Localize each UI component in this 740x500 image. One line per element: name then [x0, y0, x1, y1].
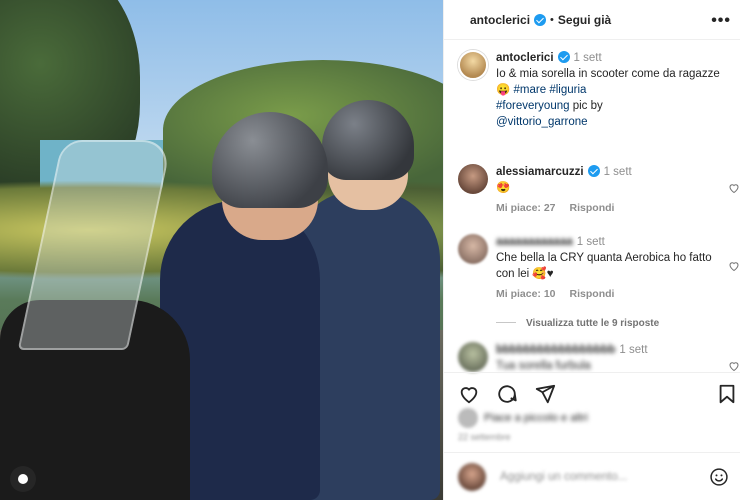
likes-text: Piace a piccolo e altri	[484, 412, 588, 424]
comment-text: Che bella la CRY quanta Aerobica ho fatt…	[496, 252, 712, 280]
reply-button[interactable]: Rispondi	[570, 202, 615, 214]
post-actions-bar	[444, 372, 740, 412]
heart-icon[interactable]	[728, 360, 740, 372]
caption-text-mid: pic by	[572, 100, 603, 112]
add-comment-bar: Aggiungi un commento...	[444, 452, 740, 500]
post-header: antoclerici • Segui già •••	[444, 0, 740, 40]
comment-item: alessiamarcuzzi 1 sett 😍 Mi piace: 27 Risp…	[458, 164, 739, 214]
post-date: 22 settembre	[458, 432, 511, 442]
comment-username-blurred[interactable]: bbbbbbbbbbbbbbbbb	[496, 344, 615, 356]
avatar[interactable]	[458, 234, 488, 264]
comment-likes[interactable]: Mi piace: 10	[496, 288, 556, 300]
avatar[interactable]	[458, 342, 488, 372]
avatar[interactable]	[458, 50, 488, 80]
comment-likes[interactable]: Mi piace: 27	[496, 202, 556, 214]
avatar	[458, 463, 486, 491]
comment-time[interactable]: 1 sett	[619, 344, 647, 356]
caption-time[interactable]: 1 sett	[574, 52, 602, 64]
caption-username[interactable]: antoclerici	[496, 52, 554, 64]
avatar	[458, 408, 478, 428]
verified-badge-icon	[557, 51, 570, 63]
comment-username-blurred[interactable]: aaaaaaaaaaaa	[496, 236, 573, 248]
tagged-users-button[interactable]	[10, 466, 36, 492]
hashtag-liguria[interactable]: #liguria	[549, 84, 586, 96]
more-options-icon[interactable]: •••	[711, 12, 731, 30]
hashtag-foreveryoung[interactable]: #foreveryoung	[496, 100, 570, 112]
comment-username[interactable]: alessiamarcuzzi	[496, 166, 584, 178]
comment-time[interactable]: 1 sett	[577, 236, 605, 248]
heart-icon[interactable]	[728, 260, 740, 272]
comment-item: aaaaaaaaaaaa 1 sett Che bella la CRY quan…	[458, 234, 739, 300]
mention-link[interactable]: @vittorio_garrone	[496, 116, 588, 128]
comment-input[interactable]: Aggiungi un commento...	[500, 471, 627, 483]
view-replies-button[interactable]: Visualizza tutte le 9 risposte	[496, 318, 659, 329]
share-icon[interactable]	[534, 383, 556, 405]
like-heart-icon[interactable]	[458, 383, 480, 405]
post-side-panel: antoclerici • Segui già ••• antoclerici 1…	[443, 0, 740, 500]
post-caption: antoclerici 1 sett Io & mia sorella in sc…	[458, 50, 728, 130]
avatar[interactable]	[458, 164, 488, 194]
header-separator: •	[550, 13, 554, 26]
comment-icon[interactable]	[496, 383, 518, 405]
heart-icon[interactable]	[728, 182, 740, 194]
verified-badge-icon	[587, 165, 600, 177]
header-username[interactable]: antoclerici	[470, 13, 530, 27]
verified-badge-icon	[534, 13, 547, 26]
comment-item: bbbbbbbbbbbbbbbbb 1 sett Tua sorella furb…	[458, 342, 739, 374]
comment-time[interactable]: 1 sett	[604, 166, 632, 178]
hashtag-mare[interactable]: #mare	[514, 84, 547, 96]
likes-summary[interactable]: Piace a piccolo e altri 22 settembre	[458, 408, 728, 442]
comment-text: 😍	[496, 182, 511, 194]
view-replies-label: Visualizza tutte le 9 risposte	[526, 318, 660, 329]
comment-text: Tua sorella furbula	[496, 360, 591, 372]
emoji-icon[interactable]	[709, 467, 729, 487]
post-photo[interactable]	[0, 0, 443, 500]
user-icon	[18, 474, 28, 484]
following-button[interactable]: Segui già	[558, 13, 611, 27]
divider	[496, 322, 516, 323]
bookmark-icon[interactable]	[716, 383, 738, 405]
reply-button[interactable]: Rispondi	[570, 288, 615, 300]
